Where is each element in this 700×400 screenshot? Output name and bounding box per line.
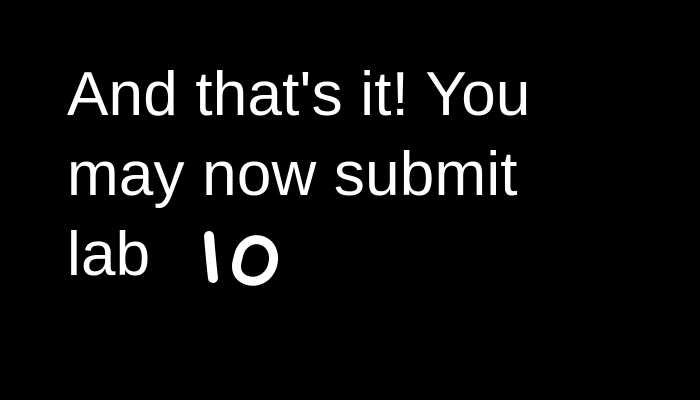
completion-message: And that's it! You may now submit lab xyxy=(67,55,667,295)
handwritten-number-10 xyxy=(192,222,312,292)
lab-label: lab xyxy=(67,220,151,289)
instruction-screen: And that's it! You may now submit lab xyxy=(0,0,700,400)
handwritten-10-glyph xyxy=(204,231,279,286)
message-line-2: may now submit xyxy=(67,140,518,209)
message-line-1: And that's it! You xyxy=(67,60,531,129)
message-line-3: lab xyxy=(67,215,667,295)
